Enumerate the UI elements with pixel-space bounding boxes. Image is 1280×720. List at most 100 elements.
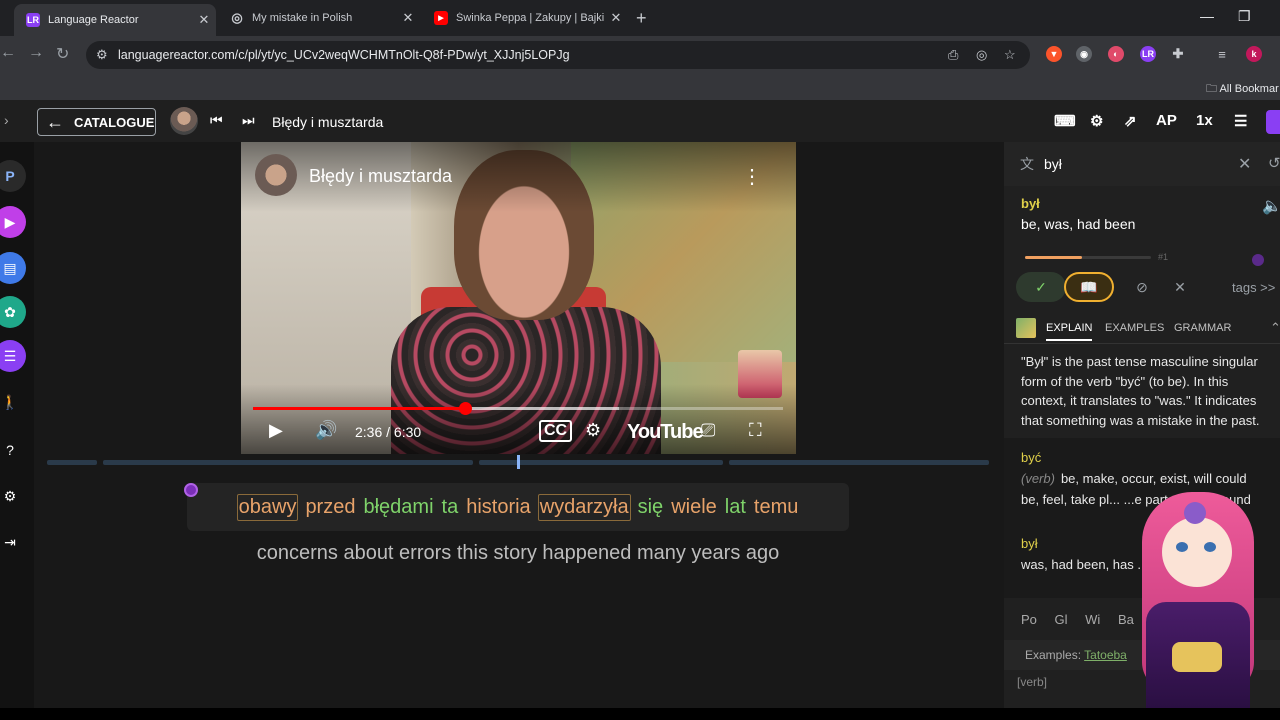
timeline-segment[interactable]: [47, 460, 97, 465]
yt-fullscreen-icon[interactable]: ⛶: [749, 420, 762, 441]
catalogue-button[interactable]: ← CATALOGUE: [37, 108, 156, 136]
yt-settings-icon[interactable]: ⚙: [585, 420, 601, 441]
install-icon[interactable]: ⎙: [948, 47, 958, 63]
known-check-icon[interactable]: ✓: [1016, 272, 1066, 302]
menu-icon[interactable]: ☰: [1234, 112, 1247, 130]
site-info-icon[interactable]: ⚙: [96, 47, 108, 63]
new-tab-icon[interactable]: +: [636, 8, 647, 29]
tab-language-reactor[interactable]: LR Language Reactor ✕: [14, 4, 216, 36]
timeline-position-marker[interactable]: [517, 455, 520, 469]
close-icon[interactable]: ✕: [396, 10, 420, 26]
subtitle-word[interactable]: się: [637, 495, 665, 520]
channel-avatar[interactable]: [170, 107, 198, 135]
dismiss-icon[interactable]: ✕: [1162, 272, 1198, 302]
clear-search-icon[interactable]: ✕: [1238, 154, 1251, 174]
polish-language-icon[interactable]: P: [0, 160, 26, 192]
dictionary-search[interactable]: 文 był ✕ ↺: [1004, 142, 1280, 186]
tags-link[interactable]: tags >>: [1232, 280, 1275, 295]
avatar-obi: [1172, 642, 1222, 672]
tab-my-mistake[interactable]: ◎ My mistake in Polish ✕: [218, 4, 420, 32]
subtitle-word[interactable]: lat: [724, 495, 747, 520]
play-icon[interactable]: ▶: [0, 206, 26, 238]
person-icon[interactable]: 🚶: [0, 386, 26, 418]
minimize-icon[interactable]: —: [1200, 8, 1214, 24]
yt-scrubber-knob[interactable]: [459, 402, 472, 415]
subtitle-word[interactable]: przed: [304, 495, 356, 520]
subtitle-word[interactable]: wiele: [670, 495, 718, 520]
logout-icon[interactable]: ⇥: [0, 526, 26, 558]
yt-progress-bar[interactable]: [253, 402, 783, 415]
subtitle-word[interactable]: historia: [465, 495, 531, 520]
forward-icon[interactable]: →: [28, 44, 44, 62]
url-bar[interactable]: ⚙ languagereactor.com/c/pl/yt/yc_UCv2weq…: [86, 41, 1030, 69]
language-reactor-ext-icon[interactable]: LR: [1140, 46, 1156, 62]
reload-icon[interactable]: ↻: [56, 44, 69, 64]
yt-video-title[interactable]: Błędy i musztarda: [309, 166, 452, 187]
tab-examples[interactable]: EXAMPLES: [1105, 322, 1164, 334]
youtube-logo[interactable]: YouTube: [627, 421, 704, 444]
avatar-face: [1162, 517, 1232, 587]
learning-book-icon[interactable]: 📖: [1064, 272, 1114, 302]
subtitle-word[interactable]: ta: [441, 495, 460, 520]
autopause-button[interactable]: AP: [1156, 112, 1177, 129]
lookup-wi[interactable]: Wi: [1085, 612, 1100, 627]
back-icon[interactable]: ←: [0, 44, 16, 62]
timeline-segment[interactable]: [103, 460, 473, 465]
subtitle-play-dot[interactable]: [184, 483, 198, 497]
tab-title: Language Reactor: [48, 14, 139, 26]
subtitle-word[interactable]: obawy: [236, 493, 299, 521]
previous-video-icon[interactable]: ⏮: [210, 112, 223, 129]
speaker-icon[interactable]: 🔈: [1262, 196, 1280, 216]
tab-explain[interactable]: EXPLAIN: [1046, 322, 1093, 341]
settings-icon[interactable]: ⚙: [0, 480, 26, 512]
star-icon[interactable]: ☆: [1004, 47, 1016, 63]
all-bookmarks[interactable]: 🗀 All Bookmar: [1206, 80, 1279, 99]
subtitle-word[interactable]: temu: [753, 495, 799, 520]
speed-button[interactable]: 1x: [1196, 112, 1213, 129]
next-video-icon[interactable]: ⏭: [242, 112, 255, 129]
profile-avatar[interactable]: k: [1246, 46, 1262, 62]
maximize-icon[interactable]: ❐: [1238, 8, 1251, 25]
yt-channel-avatar[interactable]: [255, 154, 297, 196]
all-bookmarks-label[interactable]: All Bookmar: [1219, 83, 1278, 95]
translate-icon: 文: [1020, 156, 1034, 172]
panel-toggle-icon[interactable]: [1266, 110, 1280, 134]
reading-list-icon[interactable]: ≡: [1214, 46, 1230, 62]
lookup-gl[interactable]: Gl: [1055, 612, 1068, 627]
close-icon[interactable]: ✕: [604, 10, 628, 26]
chevron-right-icon[interactable]: ›: [4, 112, 9, 128]
subtitle-timeline[interactable]: [47, 455, 989, 469]
leaf-icon[interactable]: ✿: [0, 296, 26, 328]
brave-shield-icon[interactable]: ▼: [1046, 46, 1062, 62]
extension-badge-icon[interactable]: ◐: [1108, 46, 1124, 62]
video-player[interactable]: Błędy i musztarda ⋮ ▶ 🔊 2:36 / 6:30 CC ⚙…: [241, 142, 796, 454]
yt-captions-icon[interactable]: CC: [539, 420, 573, 442]
subtitle-word[interactable]: błędami: [362, 495, 434, 520]
help-icon[interactable]: ?: [0, 434, 26, 466]
history-icon[interactable]: ↺: [1268, 154, 1280, 172]
collapse-icon[interactable]: ⌃: [1270, 320, 1280, 336]
timeline-segment[interactable]: [729, 460, 989, 465]
extension-icon[interactable]: ◉: [1076, 46, 1092, 62]
gear-icon[interactable]: ⚙: [1090, 112, 1103, 130]
chat-icon[interactable]: ▤: [0, 252, 26, 284]
dictionary-query[interactable]: był: [1044, 156, 1062, 172]
subtitle-word[interactable]: wydarzyła: [537, 493, 631, 521]
url-text[interactable]: languagereactor.com/c/pl/yt/yc_UCv2weqWC…: [118, 48, 570, 62]
timeline-segment[interactable]: [479, 460, 723, 465]
list-icon[interactable]: ☰: [0, 340, 26, 372]
close-icon[interactable]: ✕: [192, 12, 216, 28]
tab-swinka-peppa[interactable]: ▶ Świnka Peppa | Zakupy | Bajki P ✕: [422, 4, 628, 32]
lookup-po[interactable]: Po: [1021, 612, 1037, 627]
yt-cast-icon[interactable]: ⎚: [701, 420, 715, 441]
yt-volume-icon[interactable]: 🔊: [315, 420, 337, 441]
eye-off-icon[interactable]: ◎: [976, 47, 987, 63]
tatoeba-link[interactable]: Tatoeba: [1084, 648, 1127, 662]
ignore-icon[interactable]: ⊘: [1122, 272, 1162, 302]
puzzle-icon[interactable]: ✚: [1170, 46, 1186, 62]
tab-grammar[interactable]: GRAMMAR: [1174, 322, 1231, 334]
share-icon[interactable]: ⇗: [1124, 112, 1137, 130]
yt-play-icon[interactable]: ▶: [269, 420, 283, 441]
keyboard-icon[interactable]: ⌨: [1054, 112, 1076, 130]
more-vertical-icon[interactable]: ⋮: [742, 164, 762, 189]
